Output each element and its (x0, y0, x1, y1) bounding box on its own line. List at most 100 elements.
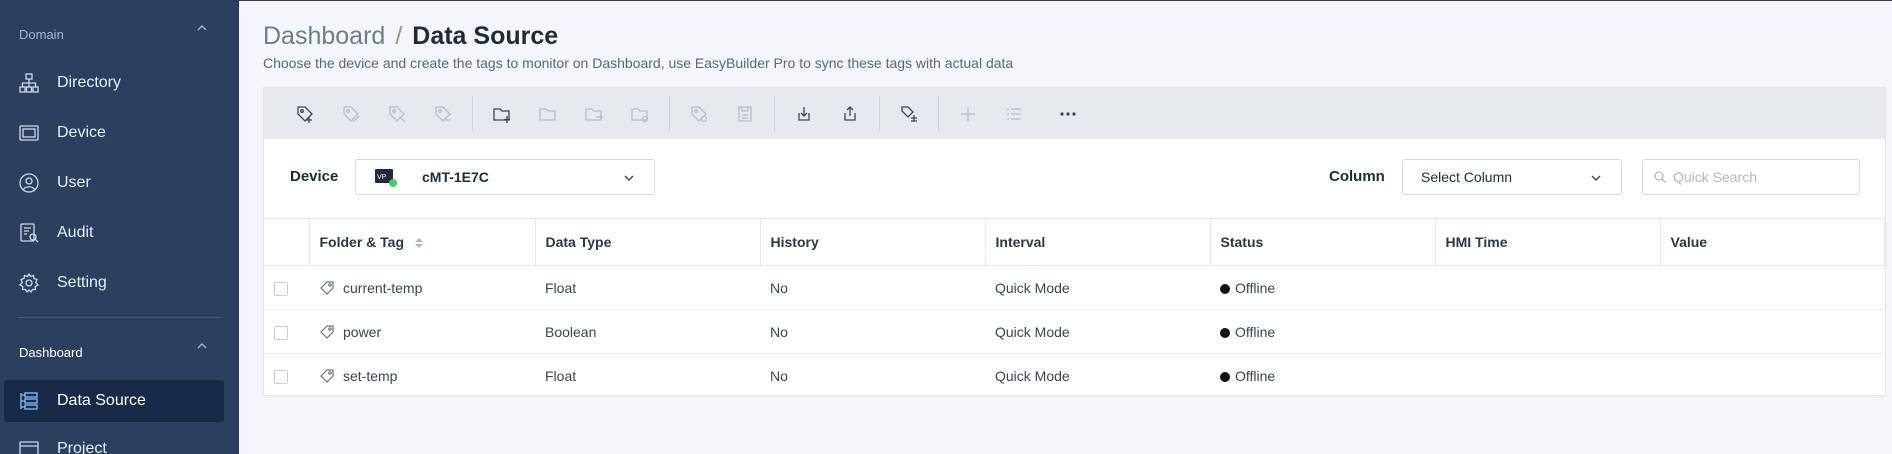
save-button[interactable] (722, 95, 768, 133)
search-input[interactable]: Quick Search (1673, 169, 1757, 185)
column-select[interactable]: Select Column (1402, 159, 1622, 195)
hmi-time-cell (1435, 265, 1660, 310)
more-icon (1060, 111, 1076, 116)
value-cell (1660, 353, 1885, 398)
sidebar-item-audit[interactable]: Audit (0, 212, 239, 254)
column-header-data-type[interactable]: Data Type (535, 218, 761, 266)
toolbar-divider (938, 95, 939, 132)
copy-tag-button[interactable] (374, 95, 420, 133)
breadcrumb-root[interactable]: Dashboard (263, 22, 385, 51)
sidebar-item-data-source[interactable]: Data Source (4, 380, 224, 422)
sidebar-section-dashboard[interactable]: Dashboard (19, 345, 83, 360)
tag-name[interactable]: set-temp (343, 368, 397, 384)
status-cell: Offline (1210, 309, 1435, 354)
add-tag-button[interactable] (282, 95, 328, 133)
history-cell: No (760, 309, 985, 354)
column-select-value: Select Column (1421, 169, 1513, 185)
column-header-folder-tag[interactable]: Folder & Tag (309, 218, 536, 266)
import-button[interactable] (781, 95, 827, 133)
column-header-history[interactable]: History (760, 218, 986, 266)
add-folder-button[interactable] (479, 95, 525, 133)
interval-cell: Quick Mode (985, 309, 1210, 354)
tag-icon (320, 324, 334, 339)
data-source-panel: Device VP cMT-1E7C Column Select Column … (263, 87, 1886, 398)
directory-icon (19, 73, 39, 93)
row-checkbox[interactable] (274, 281, 288, 296)
edit-folder-button[interactable] (525, 95, 571, 133)
row-checkbox[interactable] (274, 325, 288, 340)
export-button[interactable] (827, 95, 873, 133)
page-subtitle: Choose the device and create the tags to… (263, 55, 1014, 71)
device-select[interactable]: VP cMT-1E7C (355, 159, 655, 195)
chevron-up-icon[interactable] (195, 339, 209, 353)
sidebar-item-directory[interactable]: Directory (0, 62, 239, 104)
sidebar-item-user[interactable]: User (0, 162, 239, 204)
column-header-hmi-time[interactable]: HMI Time (1435, 218, 1661, 266)
hmi-time-cell (1435, 309, 1660, 354)
tag-icon (320, 368, 334, 383)
interval-cell: Quick Mode (985, 353, 1210, 398)
tag-add-icon (297, 105, 313, 123)
value-cell (1660, 309, 1885, 354)
column-header-interval[interactable]: Interval (985, 218, 1211, 266)
data-type-cell: Float (535, 265, 760, 310)
select-column-header (264, 218, 310, 266)
quick-search[interactable]: Quick Search (1642, 159, 1860, 195)
folder-add-icon (493, 107, 510, 123)
sidebar-item-label: Setting (57, 274, 107, 291)
clear-tag-button[interactable] (676, 95, 722, 133)
add-button[interactable] (945, 95, 991, 133)
list-icon (1007, 107, 1021, 120)
sidebar-item-project[interactable]: Project (0, 428, 239, 454)
tag-settings-button[interactable] (886, 95, 932, 133)
tag-name[interactable]: power (343, 324, 381, 340)
history-cell: No (760, 353, 985, 398)
row-checkbox[interactable] (274, 369, 288, 384)
column-header-value[interactable]: Value (1660, 218, 1885, 266)
sidebar-section-domain-label: Domain (19, 27, 64, 42)
toolbar-divider (774, 95, 775, 132)
sidebar-item-label: Data Source (57, 392, 146, 409)
value-cell (1660, 265, 1885, 310)
export-icon (844, 105, 856, 121)
tag-delete-icon (435, 105, 451, 122)
sidebar-section-domain[interactable]: Domain (19, 27, 64, 42)
chevron-up-icon[interactable] (195, 21, 209, 35)
sort-icon[interactable] (414, 236, 424, 250)
hmi-time-cell (1435, 353, 1660, 398)
audit-icon (20, 223, 39, 243)
device-icon (19, 125, 39, 141)
folder-delete-icon (631, 107, 649, 122)
column-header-status[interactable]: Status (1210, 218, 1436, 266)
edit-tag-button[interactable] (328, 95, 374, 133)
status-cell: Offline (1210, 265, 1435, 310)
chevron-down-icon (624, 175, 634, 181)
breadcrumb-separator: / (395, 22, 403, 50)
sidebar-item-label: Project (57, 440, 107, 454)
user-icon (19, 173, 39, 193)
sidebar-item-setting[interactable]: Setting (0, 262, 239, 304)
table-row[interactable]: set-temp Float No Quick Mode Offline (264, 353, 1885, 398)
sidebar-section-dashboard-label: Dashboard (19, 345, 83, 360)
more-button[interactable] (1045, 95, 1091, 133)
sidebar-item-device[interactable]: Device (0, 112, 239, 154)
page-title: Data Source (412, 22, 559, 50)
top-border (239, 0, 1892, 1)
device-select-value: cMT-1E7C (422, 169, 489, 185)
table-row[interactable]: power Boolean No Quick Mode Offline (264, 309, 1885, 354)
toolbar-divider (472, 95, 473, 132)
tag-clear-icon (691, 105, 708, 122)
gear-icon (18, 272, 40, 294)
filter-row: Device VP cMT-1E7C Column Select Column … (264, 139, 1885, 220)
table-row[interactable]: current-temp Float No Quick Mode Offline (264, 265, 1885, 310)
delete-folder-button[interactable] (617, 95, 663, 133)
tag-settings-icon (901, 105, 917, 122)
move-folder-button[interactable] (571, 95, 617, 133)
breadcrumb: Dashboard / Data Source (263, 22, 558, 51)
list-button[interactable] (991, 95, 1037, 133)
delete-tag-button[interactable] (420, 95, 466, 133)
status-text: Offline (1235, 323, 1276, 340)
tag-name[interactable]: current-temp (343, 280, 422, 296)
import-icon (798, 106, 810, 121)
sidebar-item-label: Audit (57, 224, 94, 241)
